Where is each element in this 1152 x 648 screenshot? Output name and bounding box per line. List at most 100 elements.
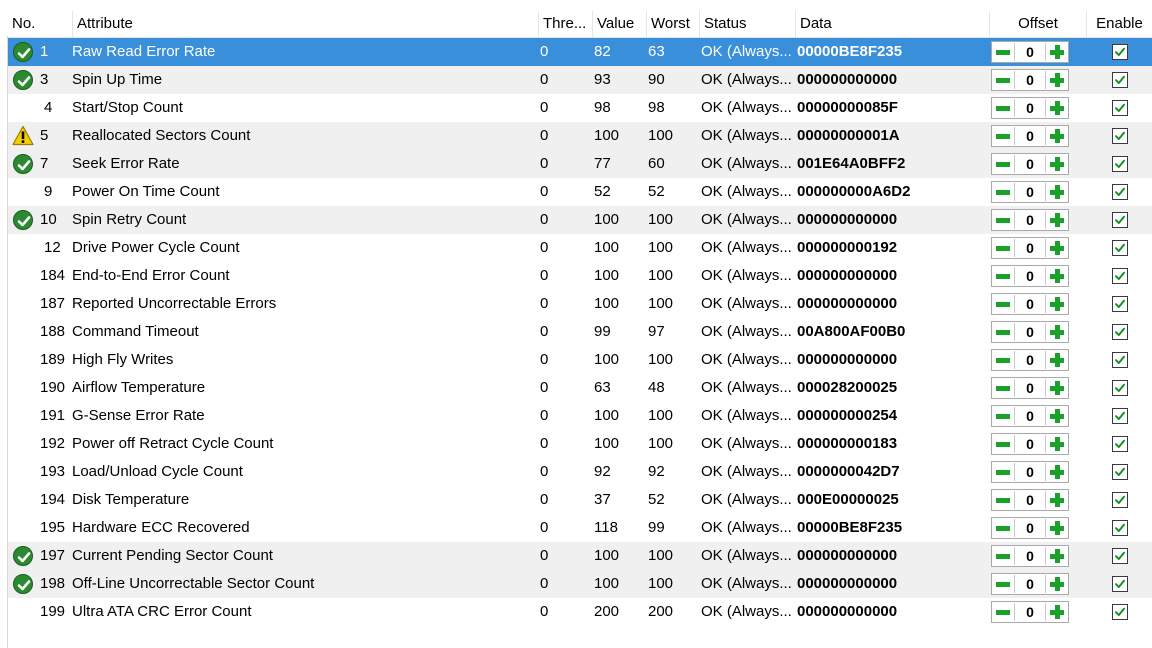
enable-checkbox[interactable] bbox=[1112, 436, 1128, 452]
table-row[interactable]: 199 Ultra ATA CRC Error Count 0 200 200 OK (A… bbox=[8, 598, 1152, 626]
column-header-enable[interactable]: Enable bbox=[1086, 11, 1152, 37]
offset-value[interactable]: 0 bbox=[1014, 491, 1046, 509]
enable-checkbox[interactable] bbox=[1112, 408, 1128, 424]
enable-checkbox[interactable] bbox=[1112, 576, 1128, 592]
plus-icon[interactable] bbox=[1048, 435, 1066, 453]
column-header-status[interactable]: Status bbox=[699, 11, 795, 37]
enable-checkbox[interactable] bbox=[1112, 464, 1128, 480]
table-row[interactable]: 193 Load/Unload Cycle Count 0 92 92 OK (Alway… bbox=[8, 458, 1152, 486]
minus-icon[interactable] bbox=[994, 71, 1012, 89]
table-row[interactable]: 184 End-to-End Error Count 0 100 100 OK (Alwa… bbox=[8, 262, 1152, 290]
enable-checkbox[interactable] bbox=[1112, 44, 1128, 60]
offset-value[interactable]: 0 bbox=[1014, 575, 1046, 593]
table-row[interactable]: 189 High Fly Writes 0 100 100 OK (Always... 00… bbox=[8, 346, 1152, 374]
table-row[interactable]: 187 Reported Uncorrectable Errors 0 100 100 O… bbox=[8, 290, 1152, 318]
table-row[interactable]: 4 Start/Stop Count 0 98 98 OK (Always... 00000… bbox=[8, 94, 1152, 122]
enable-checkbox[interactable] bbox=[1112, 212, 1128, 228]
minus-icon[interactable] bbox=[994, 351, 1012, 369]
minus-icon[interactable] bbox=[994, 211, 1012, 229]
plus-icon[interactable] bbox=[1048, 267, 1066, 285]
table-row[interactable]: 195 Hardware ECC Recovered 0 118 99 OK (Alway… bbox=[8, 514, 1152, 542]
enable-checkbox[interactable] bbox=[1112, 156, 1128, 172]
plus-icon[interactable] bbox=[1048, 211, 1066, 229]
minus-icon[interactable] bbox=[994, 155, 1012, 173]
enable-checkbox[interactable] bbox=[1112, 604, 1128, 620]
minus-icon[interactable] bbox=[994, 295, 1012, 313]
table-row[interactable]: 12 Drive Power Cycle Count 0 100 100 OK (Alwa… bbox=[8, 234, 1152, 262]
plus-icon[interactable] bbox=[1048, 43, 1066, 61]
minus-icon[interactable] bbox=[994, 575, 1012, 593]
minus-icon[interactable] bbox=[994, 547, 1012, 565]
table-row[interactable]: 198 Off-Line Uncorrectable Sector Count 0 1… bbox=[8, 570, 1152, 598]
plus-icon[interactable] bbox=[1048, 491, 1066, 509]
table-row[interactable]: 1 Raw Read Error Rate 0 82 63 OK (Always... 00… bbox=[8, 38, 1152, 66]
plus-icon[interactable] bbox=[1048, 463, 1066, 481]
offset-value[interactable]: 0 bbox=[1014, 155, 1046, 173]
table-row[interactable]: 9 Power On Time Count 0 52 52 OK (Always... 00… bbox=[8, 178, 1152, 206]
table-row[interactable]: 192 Power off Retract Cycle Count 0 100 100 O… bbox=[8, 430, 1152, 458]
enable-checkbox[interactable] bbox=[1112, 380, 1128, 396]
enable-checkbox[interactable] bbox=[1112, 324, 1128, 340]
enable-checkbox[interactable] bbox=[1112, 352, 1128, 368]
enable-checkbox[interactable] bbox=[1112, 100, 1128, 116]
column-header-no[interactable]: No. bbox=[8, 11, 72, 37]
offset-value[interactable]: 0 bbox=[1014, 99, 1046, 117]
offset-value[interactable]: 0 bbox=[1014, 463, 1046, 481]
plus-icon[interactable] bbox=[1048, 323, 1066, 341]
table-row[interactable]: 194 Disk Temperature 0 37 52 OK (Always... 000… bbox=[8, 486, 1152, 514]
minus-icon[interactable] bbox=[994, 239, 1012, 257]
minus-icon[interactable] bbox=[994, 463, 1012, 481]
column-header-value[interactable]: Value bbox=[592, 11, 646, 37]
plus-icon[interactable] bbox=[1048, 183, 1066, 201]
enable-checkbox[interactable] bbox=[1112, 128, 1128, 144]
plus-icon[interactable] bbox=[1048, 155, 1066, 173]
column-header-offset[interactable]: Offset bbox=[989, 11, 1086, 37]
minus-icon[interactable] bbox=[994, 491, 1012, 509]
enable-checkbox[interactable] bbox=[1112, 548, 1128, 564]
enable-checkbox[interactable] bbox=[1112, 240, 1128, 256]
offset-value[interactable]: 0 bbox=[1014, 71, 1046, 89]
offset-value[interactable]: 0 bbox=[1014, 379, 1046, 397]
offset-value[interactable]: 0 bbox=[1014, 183, 1046, 201]
minus-icon[interactable] bbox=[994, 603, 1012, 621]
plus-icon[interactable] bbox=[1048, 99, 1066, 117]
offset-value[interactable]: 0 bbox=[1014, 435, 1046, 453]
offset-value[interactable]: 0 bbox=[1014, 323, 1046, 341]
minus-icon[interactable] bbox=[994, 43, 1012, 61]
offset-value[interactable]: 0 bbox=[1014, 603, 1046, 621]
table-row[interactable]: 7 Seek Error Rate 0 77 60 OK (Always... 001E64… bbox=[8, 150, 1152, 178]
column-header-data[interactable]: Data bbox=[795, 11, 989, 37]
offset-value[interactable]: 0 bbox=[1014, 519, 1046, 537]
column-header-attribute[interactable]: Attribute bbox=[72, 11, 538, 37]
offset-value[interactable]: 0 bbox=[1014, 547, 1046, 565]
minus-icon[interactable] bbox=[994, 435, 1012, 453]
plus-icon[interactable] bbox=[1048, 71, 1066, 89]
plus-icon[interactable] bbox=[1048, 239, 1066, 257]
minus-icon[interactable] bbox=[994, 267, 1012, 285]
plus-icon[interactable] bbox=[1048, 603, 1066, 621]
plus-icon[interactable] bbox=[1048, 547, 1066, 565]
table-row[interactable]: 188 Command Timeout 0 99 97 OK (Always... 00A8… bbox=[8, 318, 1152, 346]
enable-checkbox[interactable] bbox=[1112, 520, 1128, 536]
plus-icon[interactable] bbox=[1048, 127, 1066, 145]
table-row[interactable]: 3 Spin Up Time 0 93 90 OK (Always... 000000000… bbox=[8, 66, 1152, 94]
offset-value[interactable]: 0 bbox=[1014, 351, 1046, 369]
minus-icon[interactable] bbox=[994, 519, 1012, 537]
plus-icon[interactable] bbox=[1048, 575, 1066, 593]
enable-checkbox[interactable] bbox=[1112, 492, 1128, 508]
table-row[interactable]: 191 G-Sense Error Rate 0 100 100 OK (Always..… bbox=[8, 402, 1152, 430]
offset-value[interactable]: 0 bbox=[1014, 239, 1046, 257]
offset-value[interactable]: 0 bbox=[1014, 295, 1046, 313]
enable-checkbox[interactable] bbox=[1112, 72, 1128, 88]
plus-icon[interactable] bbox=[1048, 351, 1066, 369]
minus-icon[interactable] bbox=[994, 407, 1012, 425]
enable-checkbox[interactable] bbox=[1112, 296, 1128, 312]
plus-icon[interactable] bbox=[1048, 295, 1066, 313]
offset-value[interactable]: 0 bbox=[1014, 43, 1046, 61]
offset-value[interactable]: 0 bbox=[1014, 267, 1046, 285]
offset-value[interactable]: 0 bbox=[1014, 407, 1046, 425]
enable-checkbox[interactable] bbox=[1112, 268, 1128, 284]
minus-icon[interactable] bbox=[994, 99, 1012, 117]
table-row[interactable]: 5 Reallocated Sectors Count 0 100 100 OK (Alw… bbox=[8, 122, 1152, 150]
table-row[interactable]: 190 Airflow Temperature 0 63 48 OK (Always...… bbox=[8, 374, 1152, 402]
